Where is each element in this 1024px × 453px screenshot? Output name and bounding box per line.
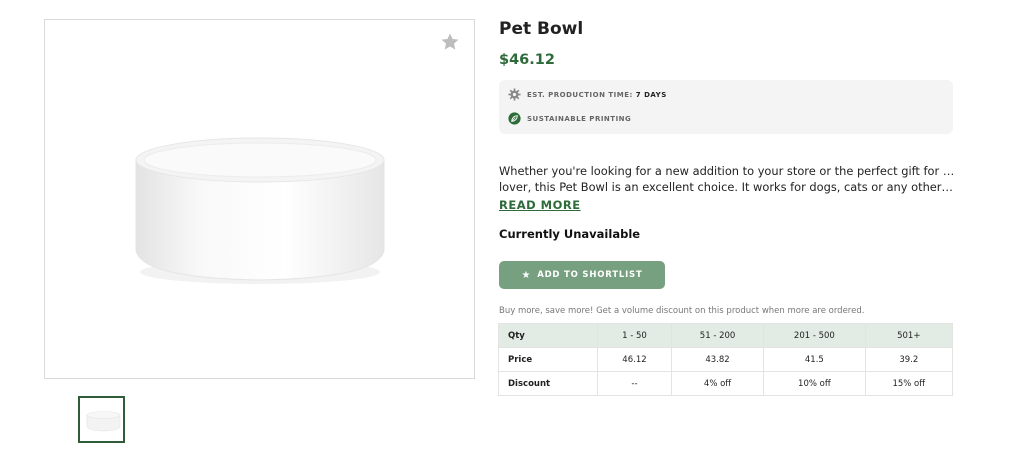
table-cell: 46.12: [597, 347, 672, 372]
table-cell: 15% off: [864, 371, 954, 396]
add-to-shortlist-button[interactable]: ★ ADD TO SHORTLIST: [499, 261, 665, 289]
table-cell: 39.2: [864, 347, 954, 372]
table-header-cell: 201 - 500: [763, 323, 866, 348]
production-time-label: EST. PRODUCTION TIME:: [527, 90, 633, 99]
product-image: [135, 137, 385, 284]
description-line: lover, this Pet Bowl is an excellent cho…: [499, 180, 955, 194]
table-cell: --: [597, 371, 672, 396]
star-icon: ★: [521, 269, 532, 281]
table-header-row: Qty 1 - 50 51 - 200 201 - 500 501+: [498, 323, 954, 348]
table-cell: 41.5: [763, 347, 866, 372]
table-header-cell: Qty: [498, 323, 598, 348]
table-header-cell: 1 - 50: [597, 323, 672, 348]
favorite-star-icon[interactable]: [440, 32, 460, 52]
table-header-cell: 501+: [864, 323, 954, 348]
gear-icon: [508, 88, 521, 101]
table-row: Discount -- 4% off 10% off 15% off: [498, 371, 954, 396]
production-time-value: 7 DAYS: [635, 90, 667, 99]
table-cell: Price: [498, 347, 598, 372]
sustainable-row: SUSTAINABLE PRINTING: [508, 112, 631, 125]
production-time-row: EST. PRODUCTION TIME: 7 DAYS: [508, 88, 667, 101]
description-line: Whether you're looking for a new additio…: [499, 164, 955, 178]
thumbnail-bowl-image: [86, 411, 121, 432]
table-cell: 10% off: [763, 371, 866, 396]
table-cell: 43.82: [670, 347, 765, 372]
leaf-icon: [508, 112, 521, 125]
product-thumbnail[interactable]: [78, 396, 125, 443]
read-more-link[interactable]: READ MORE: [499, 198, 581, 212]
volume-discount-note: Buy more, save more! Get a volume discou…: [499, 306, 865, 316]
product-image-frame: [44, 19, 475, 379]
sustainable-label: SUSTAINABLE PRINTING: [527, 114, 632, 123]
table-cell: Discount: [498, 371, 598, 396]
product-title: Pet Bowl: [499, 19, 584, 39]
product-info-box: EST. PRODUCTION TIME: 7 DAYS SUSTAINABLE…: [499, 80, 953, 134]
table-cell: 4% off: [670, 371, 765, 396]
table-row: Price 46.12 43.82 41.5 39.2: [498, 347, 954, 372]
product-price: $46.12: [499, 52, 555, 68]
volume-pricing-table: Qty 1 - 50 51 - 200 201 - 500 501+ Price…: [498, 323, 954, 396]
table-header-cell: 51 - 200: [670, 323, 765, 348]
add-to-shortlist-label: ADD TO SHORTLIST: [537, 270, 643, 280]
product-description: Whether you're looking for a new additio…: [499, 163, 955, 195]
availability-status: Currently Unavailable: [499, 227, 641, 241]
